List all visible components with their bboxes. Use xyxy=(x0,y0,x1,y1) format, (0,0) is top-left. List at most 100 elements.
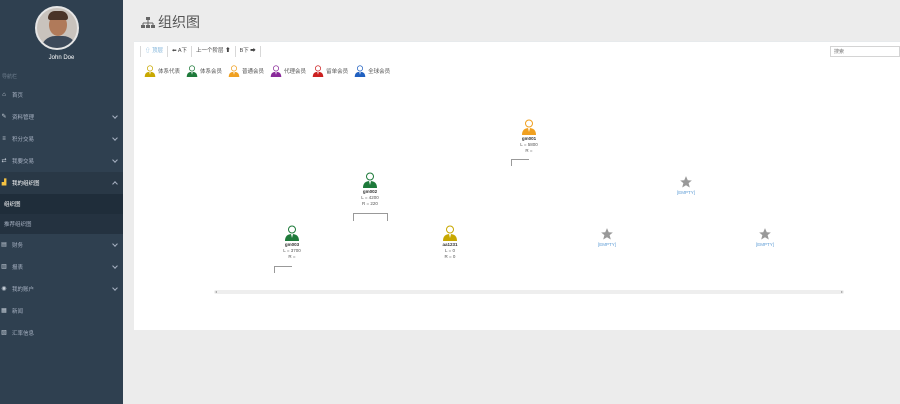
chevron-down-icon xyxy=(112,113,118,119)
sitemap-icon: ▟ xyxy=(1,180,7,186)
home-icon: ⌂ xyxy=(2,92,6,98)
chart-icon: ▥ xyxy=(1,264,7,270)
legend: 体系代表 体系会员 普通会员 代理会员 留单会员 全球会员 xyxy=(144,65,396,77)
search-input[interactable] xyxy=(830,46,900,57)
up-level-button[interactable]: 上一个阶层 ⬆ xyxy=(192,45,236,57)
member-icon xyxy=(186,65,198,77)
member-icon xyxy=(144,65,156,77)
toolbar: ⇧ 顶层 ⬅ A下 上一个阶层 ⬆ B下 ➡ xyxy=(140,45,261,57)
location-icon: ◉ xyxy=(1,286,7,292)
nav-list: ⌂ 首页 ✎ 资料管理 ≡ 积分交易 ⇄ 我要交易 ▟ 我的组织图组织图 推荐组织图 ▤ 财务 ▥ 报表 ◉ 我… xyxy=(0,84,123,344)
member-icon xyxy=(270,65,282,77)
scroll-right-icon[interactable]: ▸ xyxy=(840,290,844,294)
node-right-value: R = xyxy=(288,254,296,259)
page-title: 组织图 xyxy=(141,12,200,32)
sidebar-item-label: 我的组织图 xyxy=(12,181,40,187)
star-icon xyxy=(601,228,613,240)
profile: John Doe xyxy=(0,0,123,70)
member-icon xyxy=(285,225,299,241)
sidebar-item[interactable]: ⇄ 我要交易 xyxy=(0,150,123,172)
legend-label: 普通会员 xyxy=(242,69,265,75)
sidebar-item-label: 新闻 xyxy=(12,309,24,315)
sidebar-item[interactable]: ▧ 汇率信息 xyxy=(0,322,123,344)
scroll-left-icon[interactable]: ◂ xyxy=(214,290,218,294)
node-right-value: R = 220 xyxy=(362,201,378,206)
empty-label: [EMPTY] xyxy=(676,190,695,195)
a-down-button[interactable]: ⬅ A下 xyxy=(168,45,193,57)
connector xyxy=(274,266,292,273)
legend-label: 代理会员 xyxy=(284,69,307,75)
sidebar-item-label: 积分交易 xyxy=(12,137,35,143)
member-icon xyxy=(443,225,457,241)
sidebar-subitem[interactable]: 推荐组织图 xyxy=(0,214,123,234)
sidebar-item[interactable]: ≡ 积分交易 xyxy=(0,128,123,150)
node-right-value: R = 0 xyxy=(444,254,456,259)
legend-label: 体系代表 xyxy=(158,69,181,75)
sidebar-item[interactable]: ⌂ 首页 xyxy=(0,84,123,106)
legend-item: 留单会员 xyxy=(312,65,348,77)
legend-item: 体系会员 xyxy=(186,65,222,77)
org-chart-panel: ⇧ 顶层 ⬅ A下 上一个阶层 ⬆ B下 ➡ 体系代表 体系会员 普通会员 代理会员 留… xyxy=(134,41,900,330)
member-icon xyxy=(522,119,536,135)
sidebar-item[interactable]: ✎ 资料管理 xyxy=(0,106,123,128)
member-icon xyxy=(312,65,324,77)
sidebar-item[interactable]: ▟ 我的组织图 xyxy=(0,172,123,194)
sidebar-item-label: 报表 xyxy=(12,265,24,271)
star-icon xyxy=(759,228,771,240)
tree-node-left[interactable]: gm002 L = 4200 R = 220 xyxy=(340,172,400,207)
sidebar-item-label: 财务 xyxy=(12,243,24,249)
connector xyxy=(353,213,388,221)
connector xyxy=(511,159,529,166)
wallet-icon: ▤ xyxy=(1,242,7,248)
legend-label: 留单会员 xyxy=(326,69,349,75)
sidebar: John Doe 导航栏 ⌂ 首页 ✎ 资料管理 ≡ 积分交易 ⇄ 我要交易 ▟ 我的组织图组织图… xyxy=(0,0,123,404)
profile-name: John Doe xyxy=(48,55,75,61)
legend-item: 代理会员 xyxy=(270,65,306,77)
sidebar-item-label: 资料管理 xyxy=(12,115,35,121)
top-button[interactable]: ⇧ 顶层 xyxy=(140,45,169,57)
b-down-button[interactable]: B下 ➡ xyxy=(236,45,261,57)
sidebar-item-label: 我的账户 xyxy=(12,287,35,293)
sidebar-item-label: 汇率信息 xyxy=(12,331,35,337)
exchange-icon: ⇄ xyxy=(1,158,7,164)
legend-label: 体系会员 xyxy=(200,69,223,75)
chevron-down-icon xyxy=(112,285,118,291)
nav-section-label: 导航栏 xyxy=(2,74,18,80)
legend-item: 普通会员 xyxy=(228,65,264,77)
sidebar-item[interactable]: ▦ 新闻 xyxy=(0,300,123,322)
chevron-down-icon xyxy=(112,263,118,269)
sidebar-subitem[interactable]: 组织图 xyxy=(0,194,123,214)
bar-chart-icon: ▧ xyxy=(1,330,7,336)
tree-node-left-right[interactable]: aa1231 L = 0 R = 0 xyxy=(420,225,480,260)
empty-label: [EMPTY] xyxy=(755,242,774,247)
sitemap-icon xyxy=(141,16,155,28)
sidebar-item-label: 首页 xyxy=(12,93,24,99)
legend-label: 全球会员 xyxy=(368,69,391,75)
member-icon xyxy=(354,65,366,77)
sidebar-item-label: 我要交易 xyxy=(12,159,35,165)
tree-node-empty[interactable]: [EMPTY] xyxy=(745,227,785,247)
list-icon: ≡ xyxy=(2,136,6,142)
empty-label: [EMPTY] xyxy=(597,242,616,247)
legend-item: 全球会员 xyxy=(354,65,390,77)
news-icon: ▦ xyxy=(1,308,7,314)
node-right-value: R = xyxy=(525,148,533,153)
chevron-down-icon xyxy=(112,241,118,247)
sidebar-item[interactable]: ▥ 报表 xyxy=(0,256,123,278)
member-icon xyxy=(228,65,240,77)
tree-node-left-left[interactable]: gm003 L = 3700 R = xyxy=(262,225,322,260)
page-title-text: 组织图 xyxy=(158,14,200,30)
edit-icon: ✎ xyxy=(1,114,7,120)
member-icon xyxy=(363,172,377,188)
chevron-down-icon xyxy=(112,135,118,141)
horizontal-scrollbar[interactable]: ◂ ▸ xyxy=(214,290,844,294)
chevron-down-icon xyxy=(112,157,118,163)
chevron-up-icon xyxy=(112,181,118,187)
sidebar-item[interactable]: ◉ 我的账户 xyxy=(0,278,123,300)
star-icon xyxy=(680,176,692,188)
tree-node-empty[interactable]: [EMPTY] xyxy=(666,175,706,195)
tree-node-root[interactable]: gm001 L = 5800 R = xyxy=(499,119,559,154)
avatar[interactable] xyxy=(35,6,79,50)
tree-node-empty[interactable]: [EMPTY] xyxy=(587,227,627,247)
sidebar-item[interactable]: ▤ 财务 xyxy=(0,234,123,256)
